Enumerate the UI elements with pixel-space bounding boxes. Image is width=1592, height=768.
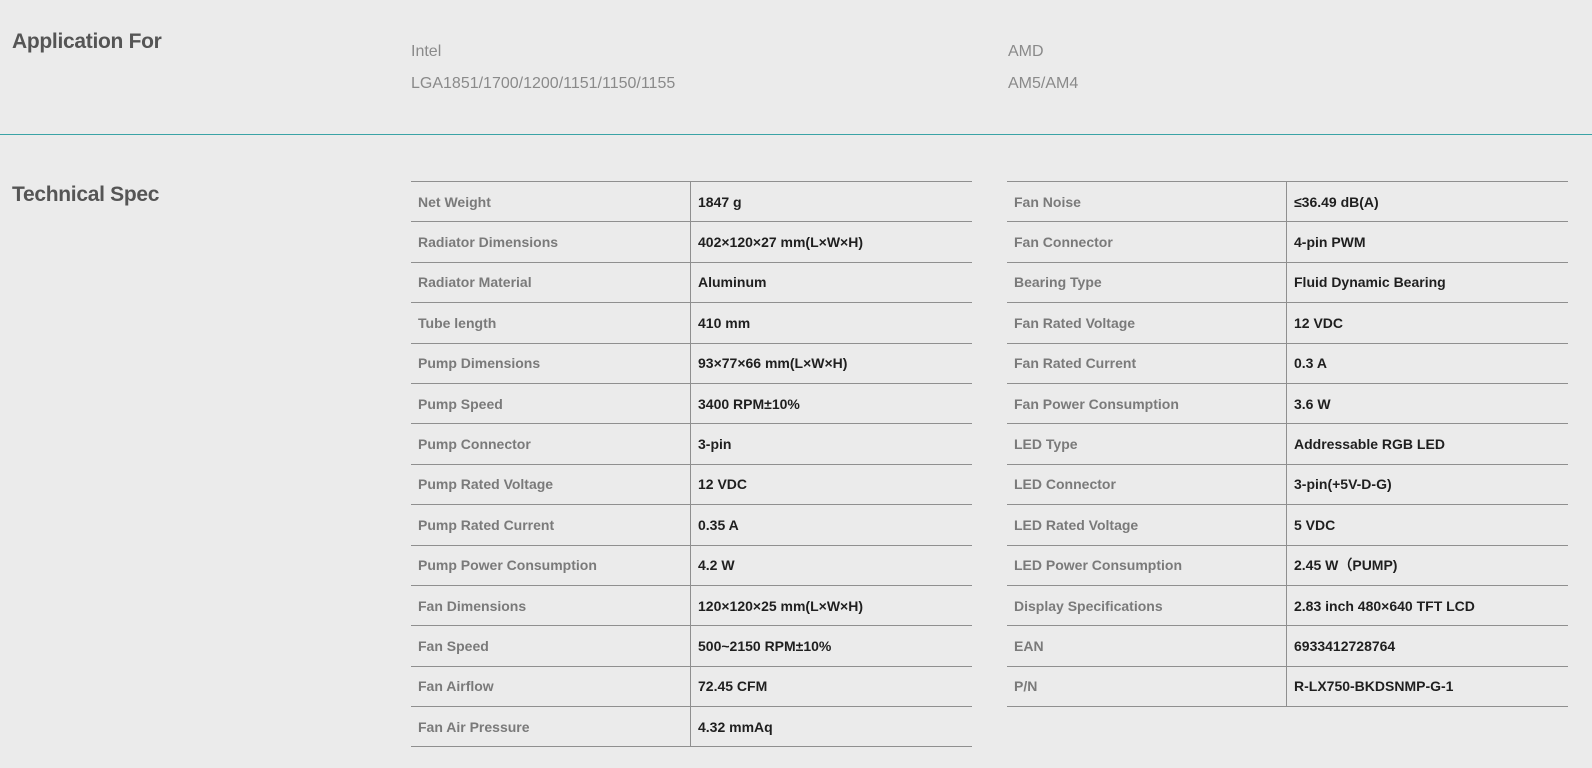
spec-value: 4.32 mmAq (690, 706, 972, 748)
spec-value: 5 VDC (1286, 504, 1568, 546)
spec-label: EAN (1007, 625, 1287, 667)
intel-compatibility: Intel LGA1851/1700/1200/1151/1150/1155 (411, 36, 675, 100)
spec-row: Display Specifications 2.83 inch 480×640 … (1007, 584, 1568, 627)
spec-row: Fan Noise ≤36.49 dB(A) (1007, 180, 1568, 223)
spec-label: Fan Speed (411, 625, 691, 667)
amd-compatibility: AMD AM5/AM4 (1008, 36, 1078, 100)
spec-value: 0.35 A (690, 504, 972, 546)
spec-value: R-LX750-BKDSNMP-G-1 (1286, 665, 1568, 708)
spec-value: 3-pin(+5V-D-G) (1286, 463, 1568, 506)
spec-label: Pump Power Consumption (411, 544, 691, 586)
spec-value: 12 VDC (1286, 302, 1568, 344)
spec-row: LED Type Addressable RGB LED (1007, 423, 1568, 465)
spec-label: Fan Air Pressure (411, 706, 691, 748)
spec-label: LED Connector (1007, 463, 1287, 506)
spec-row: Tube length 410 mm (411, 302, 972, 344)
spec-label: Fan Connector (1007, 221, 1287, 263)
spec-row: Pump Rated Current 0.35 A (411, 504, 972, 546)
spec-value: 3.6 W (1286, 382, 1568, 425)
spec-value: 3-pin (690, 423, 972, 465)
section-divider (0, 134, 1592, 135)
spec-row: EAN 6933412728764 (1007, 625, 1568, 667)
spec-row: Bearing Type Fluid Dynamic Bearing (1007, 261, 1568, 304)
spec-row: Fan Speed 500~2150 RPM±10% (411, 625, 972, 667)
spec-label: LED Type (1007, 423, 1287, 465)
spec-label: P/N (1007, 665, 1287, 708)
spec-row: Pump Power Consumption 4.2 W (411, 544, 972, 586)
spec-label: Fan Power Consumption (1007, 382, 1287, 425)
spec-value: 0.3 A (1286, 342, 1568, 384)
spec-label: Pump Connector (411, 423, 691, 465)
spec-value: Fluid Dynamic Bearing (1286, 261, 1568, 304)
spec-value: 410 mm (690, 302, 972, 344)
spec-label: LED Power Consumption (1007, 544, 1287, 586)
amd-brand-label: AMD (1008, 43, 1044, 60)
spec-value: Aluminum (690, 261, 972, 304)
spec-label: Pump Speed (411, 382, 691, 425)
spec-row: Fan Dimensions 120×120×25 mm(L×W×H) (411, 584, 972, 627)
amd-socket-list: AM5/AM4 (1008, 75, 1079, 92)
spec-label: Fan Rated Current (1007, 342, 1287, 384)
spec-row: Radiator Material Aluminum (411, 261, 972, 304)
spec-table-left: Net Weight 1847 g Radiator Dimensions 402×… (411, 180, 972, 748)
spec-row: LED Power Consumption 2.45 W（PUMP) (1007, 544, 1568, 586)
spec-label: Fan Noise (1007, 180, 1287, 223)
spec-label: Pump Dimensions (411, 342, 691, 384)
spec-value: 120×120×25 mm(L×W×H) (690, 584, 972, 627)
spec-row: Pump Connector 3-pin (411, 423, 972, 465)
spec-value: 93×77×66 mm(L×W×H) (690, 342, 972, 384)
intel-socket-list: LGA1851/1700/1200/1151/1150/1155 (411, 75, 676, 92)
product-spec-page: Application For Intel LGA1851/1700/1200/… (0, 0, 1592, 768)
spec-label: Fan Airflow (411, 665, 691, 708)
spec-table-right: Fan Noise ≤36.49 dB(A) Fan Connector 4-pin… (1007, 180, 1568, 708)
spec-row: Pump Rated Voltage 12 VDC (411, 463, 972, 506)
spec-label: Display Specifications (1007, 584, 1287, 627)
spec-row: Fan Rated Current 0.3 A (1007, 342, 1568, 384)
spec-value: 402×120×27 mm(L×W×H) (690, 221, 972, 263)
spec-value: 3400 RPM±10% (690, 382, 972, 425)
spec-row: LED Rated Voltage 5 VDC (1007, 504, 1568, 546)
spec-label: Net Weight (411, 180, 691, 223)
spec-label: Radiator Material (411, 261, 691, 304)
spec-row: LED Connector 3-pin(+5V-D-G) (1007, 463, 1568, 506)
spec-value: Addressable RGB LED (1286, 423, 1568, 465)
spec-label: Pump Rated Current (411, 504, 691, 546)
spec-value: 6933412728764 (1286, 625, 1568, 667)
spec-value: 4.2 W (690, 544, 972, 586)
application-for-heading: Application For (12, 30, 162, 53)
technical-spec-heading: Technical Spec (12, 183, 160, 206)
spec-label: Tube length (411, 302, 691, 344)
spec-row: Radiator Dimensions 402×120×27 mm(L×W×H) (411, 221, 972, 263)
spec-value: ≤36.49 dB(A) (1286, 180, 1568, 223)
spec-row: Fan Air Pressure 4.32 mmAq (411, 706, 972, 748)
spec-label: Pump Rated Voltage (411, 463, 691, 506)
spec-value: 2.83 inch 480×640 TFT LCD (1286, 584, 1568, 627)
spec-value: 12 VDC (690, 463, 972, 506)
spec-row: Fan Rated Voltage 12 VDC (1007, 302, 1568, 344)
spec-label: Radiator Dimensions (411, 221, 691, 263)
spec-row: Fan Airflow 72.45 CFM (411, 665, 972, 708)
spec-value: 72.45 CFM (690, 665, 972, 708)
spec-value: 2.45 W（PUMP) (1286, 544, 1568, 586)
spec-row: P/N R-LX750-BKDSNMP-G-1 (1007, 665, 1568, 708)
intel-brand-label: Intel (411, 43, 442, 60)
spec-label: LED Rated Voltage (1007, 504, 1287, 546)
spec-value: 1847 g (690, 180, 972, 223)
spec-row: Fan Power Consumption 3.6 W (1007, 382, 1568, 425)
spec-row: Net Weight 1847 g (411, 180, 972, 223)
spec-row: Fan Connector 4-pin PWM (1007, 221, 1568, 263)
spec-label: Bearing Type (1007, 261, 1287, 304)
spec-value: 4-pin PWM (1286, 221, 1568, 263)
spec-value: 500~2150 RPM±10% (690, 625, 972, 667)
spec-row: Pump Speed 3400 RPM±10% (411, 382, 972, 425)
spec-label: Fan Dimensions (411, 584, 691, 627)
spec-row: Pump Dimensions 93×77×66 mm(L×W×H) (411, 342, 972, 384)
spec-label: Fan Rated Voltage (1007, 302, 1287, 344)
